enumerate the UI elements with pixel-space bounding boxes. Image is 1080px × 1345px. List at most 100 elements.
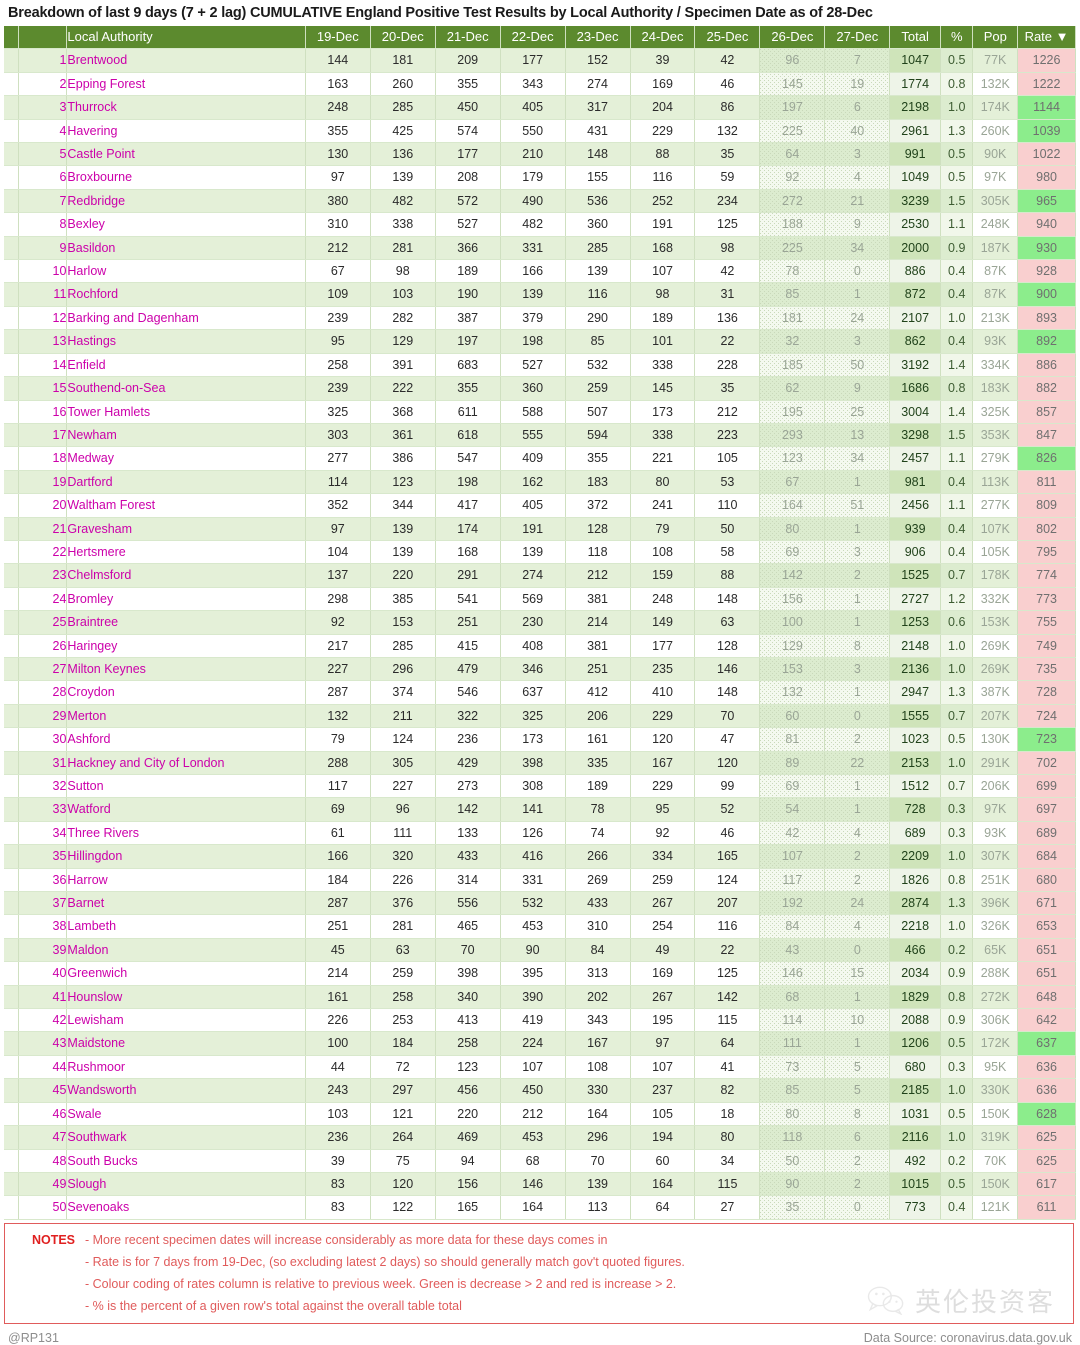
table-row[interactable]: 40 Greenwich 214 259 398 395 313 169 125 146 15 203… (4, 961, 1076, 986)
row-local-authority[interactable]: Barnet (66, 891, 306, 916)
row-local-authority[interactable]: Braintree (66, 610, 306, 635)
header-col-25-dec[interactable]: 25-Dec (694, 26, 761, 50)
header-col-21-dec[interactable]: 21-Dec (435, 26, 501, 50)
row-local-authority[interactable]: Maidstone (66, 1031, 306, 1056)
row-local-authority[interactable]: Hastings (66, 329, 306, 354)
table-row[interactable]: 35 Hillingdon 166 320 433 416 266 334 165 107 2 220… (4, 844, 1076, 869)
row-local-authority[interactable]: South Bucks (66, 1149, 306, 1173)
row-local-authority[interactable]: Hillingdon (66, 844, 306, 869)
row-local-authority[interactable]: Broxbourne (66, 165, 306, 190)
row-local-authority[interactable]: Barking and Dagenham (66, 306, 306, 331)
header-total[interactable]: Total (889, 26, 941, 50)
header-rate-sorted[interactable]: Rate ▼ (1017, 26, 1076, 50)
table-row[interactable]: 34 Three Rivers 61 111 133 126 74 92 46 42 4 689 0.3… (4, 821, 1076, 846)
row-local-authority[interactable]: Basildon (66, 236, 306, 261)
row-local-authority[interactable]: Hounslow (66, 985, 306, 1010)
table-row[interactable]: 29 Merton 132 211 322 325 206 229 70 60 0 1555 0.7 20… (4, 704, 1076, 729)
table-row[interactable]: 21 Gravesham 97 139 174 191 128 79 50 80 1 939 0.4 10… (4, 517, 1076, 541)
table-row[interactable]: 42 Lewisham 226 253 413 419 343 195 115 114 10 2088… (4, 1008, 1076, 1033)
table-row[interactable]: 44 Rushmoor 44 72 123 107 108 107 41 73 5 680 0.3 95K… (4, 1055, 1076, 1080)
row-local-authority[interactable]: Castle Point (66, 142, 306, 167)
table-row[interactable]: 22 Hertsmere 104 139 168 139 118 108 58 69 3 906 0.4… (4, 540, 1076, 565)
table-row[interactable]: 30 Ashford 79 124 236 173 161 120 47 81 2 1023 0.5 13… (4, 727, 1076, 752)
row-local-authority[interactable]: Sevenoaks (66, 1195, 306, 1220)
table-row[interactable]: 33 Watford 69 96 142 141 78 95 52 54 1 728 0.3 97K 697 (4, 797, 1076, 822)
header-col-19-dec[interactable]: 19-Dec (305, 26, 371, 50)
row-local-authority[interactable]: Watford (66, 797, 306, 822)
table-row[interactable]: 6 Broxbourne 97 139 208 179 155 116 59 92 4 1049 0.5… (4, 165, 1076, 190)
row-local-authority[interactable]: Newham (66, 423, 306, 448)
header-col-23-dec[interactable]: 23-Dec (565, 26, 631, 50)
table-row[interactable]: 49 Slough 83 120 156 146 139 164 115 90 2 1015 0.5 15… (4, 1172, 1076, 1197)
table-row[interactable]: 25 Braintree 92 153 251 230 214 149 63 100 1 1253 0.… (4, 610, 1076, 635)
row-local-authority[interactable]: Sutton (66, 774, 306, 799)
row-local-authority[interactable]: Harrow (66, 868, 306, 893)
row-local-authority[interactable]: Thurrock (66, 95, 306, 120)
table-row[interactable]: 14 Enfield 258 391 683 527 532 338 228 185 50 3192 1… (4, 353, 1076, 378)
row-local-authority[interactable]: Greenwich (66, 961, 306, 986)
table-row[interactable]: 5 Castle Point 130 136 177 210 148 88 35 64 3 991 0.… (4, 142, 1076, 167)
header-population[interactable]: Pop (972, 26, 1019, 50)
table-row[interactable]: 38 Lambeth 251 281 465 453 310 254 116 84 4 2218 1.0… (4, 914, 1076, 939)
row-local-authority[interactable]: Medway (66, 446, 306, 471)
row-local-authority[interactable]: Haringey (66, 634, 306, 658)
row-local-authority[interactable]: Redbridge (66, 189, 306, 214)
row-local-authority[interactable]: Gravesham (66, 517, 306, 541)
row-local-authority[interactable]: Southwark (66, 1125, 306, 1150)
row-local-authority[interactable]: Slough (66, 1172, 306, 1197)
row-local-authority[interactable]: Tower Hamlets (66, 400, 306, 424)
row-local-authority[interactable]: Lewisham (66, 1008, 306, 1033)
table-row[interactable]: 37 Barnet 287 376 556 532 433 267 207 192 24 2874 1.… (4, 891, 1076, 916)
header-col-22-dec[interactable]: 22-Dec (500, 26, 566, 50)
row-local-authority[interactable]: Brentwood (66, 48, 306, 73)
header-percent[interactable]: % (940, 26, 974, 50)
row-local-authority[interactable]: Croydon (66, 680, 306, 705)
table-row[interactable]: 39 Maldon 45 63 70 90 84 49 22 43 0 466 0.2 65K 651 (4, 938, 1076, 963)
table-row[interactable]: 47 Southwark 236 264 469 453 296 194 80 118 6 2116 1… (4, 1125, 1076, 1150)
row-local-authority[interactable]: Three Rivers (66, 821, 306, 846)
table-row[interactable]: 3 Thurrock 248 285 450 405 317 204 86 197 6 2198 1.0… (4, 95, 1076, 120)
table-row[interactable]: 48 South Bucks 39 75 94 68 70 60 34 50 2 492 0.2 70K 6… (4, 1149, 1076, 1173)
header-col-26-dec[interactable]: 26-Dec (759, 26, 826, 50)
table-row[interactable]: 2 Epping Forest 163 260 355 343 274 169 46 145 19 1… (4, 72, 1076, 97)
table-row[interactable]: 16 Tower Hamlets 325 368 611 588 507 173 212 195 2… (4, 400, 1076, 424)
row-local-authority[interactable]: Milton Keynes (66, 657, 306, 682)
table-row[interactable]: 24 Bromley 298 385 541 569 381 248 148 156 1 2727 1.… (4, 587, 1076, 612)
table-row[interactable]: 9 Basildon 212 281 366 331 285 168 98 225 34 2000 0.… (4, 236, 1076, 261)
table-row[interactable]: 46 Swale 103 121 220 212 164 105 18 80 8 1031 0.5 150… (4, 1102, 1076, 1127)
row-local-authority[interactable]: Epping Forest (66, 72, 306, 97)
row-local-authority[interactable]: Rushmoor (66, 1055, 306, 1080)
row-local-authority[interactable]: Waltham Forest (66, 493, 306, 518)
row-local-authority[interactable]: Southend-on-Sea (66, 376, 306, 401)
table-row[interactable]: 10 Harlow 67 98 189 166 139 107 42 78 0 886 0.4 87K 92… (4, 259, 1076, 284)
row-local-authority[interactable]: Hertsmere (66, 540, 306, 565)
row-local-authority[interactable]: Lambeth (66, 914, 306, 939)
table-row[interactable]: 8 Bexley 310 338 527 482 360 191 125 188 9 2530 1.1 2… (4, 212, 1076, 237)
row-local-authority[interactable]: Bromley (66, 587, 306, 612)
table-row[interactable]: 20 Waltham Forest 352 344 417 405 372 241 110 164… (4, 493, 1076, 518)
header-col-27-dec[interactable]: 27-Dec (824, 26, 891, 50)
table-row[interactable]: 11 Rochford 109 103 190 139 116 98 31 85 1 872 0.4 87… (4, 282, 1076, 307)
table-row[interactable]: 1 Brentwood 144 181 209 177 152 39 42 96 7 1047 0.5 7… (4, 48, 1076, 73)
row-local-authority[interactable]: Chelmsford (66, 563, 306, 588)
table-row[interactable]: 19 Dartford 114 123 198 162 183 80 53 67 1 981 0.4 11… (4, 470, 1076, 495)
header-local-authority[interactable]: Local Authority (66, 26, 306, 50)
row-local-authority[interactable]: Hackney and City of London (66, 751, 306, 776)
table-row[interactable]: 36 Harrow 184 226 314 331 269 259 124 117 2 1826 0.8… (4, 868, 1076, 893)
table-row[interactable]: 45 Wandsworth 243 297 456 450 330 237 82 85 5 2185 1… (4, 1078, 1076, 1103)
row-local-authority[interactable]: Bexley (66, 212, 306, 237)
row-local-authority[interactable]: Ashford (66, 727, 306, 752)
row-local-authority[interactable]: Dartford (66, 470, 306, 495)
table-row[interactable]: 43 Maidstone 100 184 258 224 167 97 64 111 1 1206 0.… (4, 1031, 1076, 1056)
row-local-authority[interactable]: Wandsworth (66, 1078, 306, 1103)
table-row[interactable]: 13 Hastings 95 129 197 198 85 101 22 32 3 862 0.4 93K… (4, 329, 1076, 354)
table-row[interactable]: 41 Hounslow 161 258 340 390 202 267 142 68 1 1829 0.… (4, 985, 1076, 1010)
row-local-authority[interactable]: Harlow (66, 259, 306, 284)
row-local-authority[interactable]: Havering (66, 119, 306, 144)
table-row[interactable]: 12 Barking and Dagenham 239 282 387 379 290 189… (4, 306, 1076, 331)
row-local-authority[interactable]: Swale (66, 1102, 306, 1127)
table-row[interactable]: 15 Southend-on-Sea 239 222 355 360 259 145 35 62 9… (4, 376, 1076, 401)
table-row[interactable]: 4 Havering 355 425 574 550 431 229 132 225 40 2961 1… (4, 119, 1076, 144)
table-row[interactable]: 32 Sutton 117 227 273 308 189 229 99 69 1 1512 0.7 20… (4, 774, 1076, 799)
header-col-20-dec[interactable]: 20-Dec (370, 26, 436, 50)
